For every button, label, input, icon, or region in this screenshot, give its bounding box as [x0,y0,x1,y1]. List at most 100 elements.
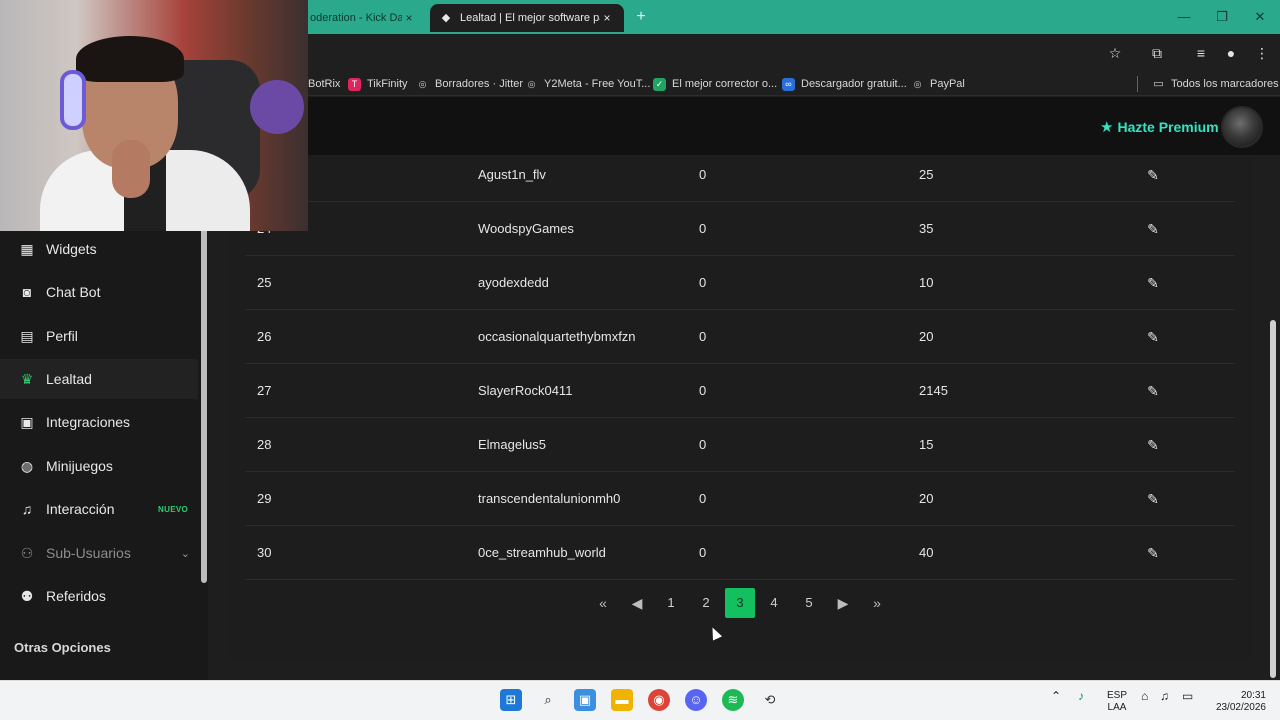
page-button[interactable]: 5 [794,588,824,618]
sidebar-item-interaccion[interactable]: ♫ Interacción NUEVO [0,489,198,529]
tab-kick-moderation[interactable]: oderation - Kick Da × [300,4,426,32]
premium-button[interactable]: ★ Hazte Premium [1100,118,1219,136]
site-favicon-icon: ◆ [441,12,451,24]
edit-pencil-icon[interactable]: ✎ [1145,364,1161,418]
bookmark-label: Descargador gratuit... [801,78,907,90]
rank-cell: 29 [257,491,272,506]
profile-icon[interactable]: ● [1221,44,1241,62]
new-tab-button[interactable]: + [630,7,652,27]
store-icon[interactable]: ▣ [574,689,596,711]
sidebar-item-label: Referidos [46,588,106,604]
download-icon: ∞ [782,77,795,91]
tab-close-icon[interactable]: × [600,11,614,25]
tab-title: Lealtad | El mejor software para [460,12,600,24]
people-icon: ⚉ [20,588,34,604]
page-button[interactable]: 2 [691,588,721,618]
next-page-icon[interactable]: ▶ [828,588,858,618]
page-button[interactable]: 4 [759,588,789,618]
media-controls-icon[interactable]: ≡ [1191,44,1211,62]
page-scrollbar[interactable] [1270,320,1276,678]
sidebar-item-widgets[interactable]: ▦ Widgets [0,229,198,269]
edit-pencil-icon[interactable]: ✎ [1145,256,1161,310]
spotify-icon[interactable]: ≋ [722,689,744,711]
volume-icon[interactable]: ♫ [1160,690,1169,702]
bookmark-botrix[interactable]: BotRix [308,76,340,92]
points-cell: 10 [919,275,934,290]
table-row: Agust1n_flv 0 25 ✎ [245,148,1235,202]
username-cell: SlayerRock0411 [478,383,573,398]
page-button[interactable]: 1 [656,588,686,618]
lang-bottom: LAA [1107,702,1127,713]
sidebar-section-title: Otras Opciones [14,640,111,655]
network-icon[interactable]: ⌂ [1141,690,1148,702]
edit-pencil-icon[interactable]: ✎ [1145,202,1161,256]
file-explorer-icon[interactable]: ▬ [611,689,633,711]
edit-pencil-icon[interactable]: ✎ [1145,472,1161,526]
sidebar-item-chat-bot[interactable]: ◙ Chat Bot [0,272,198,312]
grid-icon: ▦ [20,241,34,257]
start-menu-icon[interactable]: ⊞ [500,689,522,711]
minimize-icon[interactable]: — [1165,0,1203,34]
edit-pencil-icon[interactable]: ✎ [1145,526,1161,580]
bookmark-tikfinity[interactable]: T TikFinity [348,76,408,92]
bookmark-label: Borradores · Jitter [435,78,524,90]
premium-label: Hazte Premium [1117,119,1219,135]
all-bookmarks-folder[interactable]: ▭ Todos los marcadores [1152,76,1278,92]
edit-pencil-icon[interactable]: ✎ [1145,310,1161,364]
user-avatar[interactable] [1221,106,1263,148]
sidebar-item-minijuegos[interactable]: ◍ Minijuegos [0,446,198,486]
value-cell: 0 [699,167,707,182]
last-page-icon[interactable]: » [862,588,892,618]
language-indicator[interactable]: ESP LAA [1104,690,1130,714]
webcam-overlay [0,0,308,231]
search-icon[interactable]: ⌕ [537,689,559,711]
value-cell: 0 [699,491,707,506]
bookmark-label: BotRix [308,78,341,90]
microphone-icon[interactable]: ♪ [1078,690,1084,702]
folder-icon: ▭ [1153,77,1164,90]
close-window-icon[interactable]: ✕ [1241,0,1279,34]
sidebar-item-perfil[interactable]: ▤ Perfil [0,316,198,356]
username-cell: WoodspyGames [478,221,574,236]
sidebar-item-label: Minijuegos [46,458,113,474]
gamepad-icon: ◍ [20,458,34,474]
bookmark-corrector[interactable]: ✓ El mejor corrector o... [653,76,777,92]
discord-icon[interactable]: ☺ [685,689,707,711]
restore-icon[interactable]: ❐ [1203,0,1241,34]
menu-kebab-icon[interactable]: ⋮ [1252,44,1272,62]
headset [60,70,86,130]
bookmark-descargador[interactable]: ∞ Descargador gratuit... [782,76,907,92]
points-cell: 25 [919,167,934,182]
rank-cell: 28 [257,437,272,452]
bookmark-paypal[interactable]: ◎ PayPal [911,76,965,92]
rank-cell: 30 [257,545,272,560]
tab-lealtad[interactable]: ◆ Lealtad | El mejor software para × [430,4,624,32]
rank-cell: 25 [257,275,272,290]
points-cell: 40 [919,545,934,560]
username-cell: occasionalquartethybmxfzn [478,329,636,344]
clock[interactable]: 20:31 23/02/2026 [1208,690,1266,714]
streamer-hand [112,140,150,198]
sidebar-item-referidos[interactable]: ⚉ Referidos [0,576,198,616]
date: 23/02/2026 [1215,702,1266,713]
sidebar-item-integraciones[interactable]: ▣ Integraciones [0,402,198,442]
bookmark-y2meta[interactable]: ◎ Y2Meta - Free YouT... [525,76,651,92]
first-page-icon[interactable]: « [588,588,618,618]
battery-icon[interactable]: ▭ [1182,690,1193,702]
chrome-icon[interactable]: ◉ [648,689,670,711]
app-icon[interactable]: ⟲ [759,689,781,711]
bookmark-star-icon[interactable]: ☆ [1105,44,1125,62]
tab-close-icon[interactable]: × [402,11,416,25]
username-cell: Elmagelus5 [478,437,546,452]
edit-pencil-icon[interactable]: ✎ [1145,148,1161,202]
sidebar-item-lealtad[interactable]: ♛ Lealtad [0,359,198,399]
table-row: 24 WoodspyGames 0 35 ✎ [245,202,1235,256]
tray-overflow-icon[interactable]: ⌃ [1051,690,1061,702]
table-row: 27 SlayerRock0411 0 2145 ✎ [245,364,1235,418]
bookmark-jitter[interactable]: ◎ Borradores · Jitter [416,76,523,92]
prev-page-icon[interactable]: ◀ [622,588,652,618]
edit-pencil-icon[interactable]: ✎ [1145,418,1161,472]
page-button-current[interactable]: 3 [725,588,755,618]
sidebar-item-sub-usuarios[interactable]: ⚇ Sub-Usuarios ⌄ [0,533,198,573]
extensions-icon[interactable]: ⧉ [1147,44,1167,62]
